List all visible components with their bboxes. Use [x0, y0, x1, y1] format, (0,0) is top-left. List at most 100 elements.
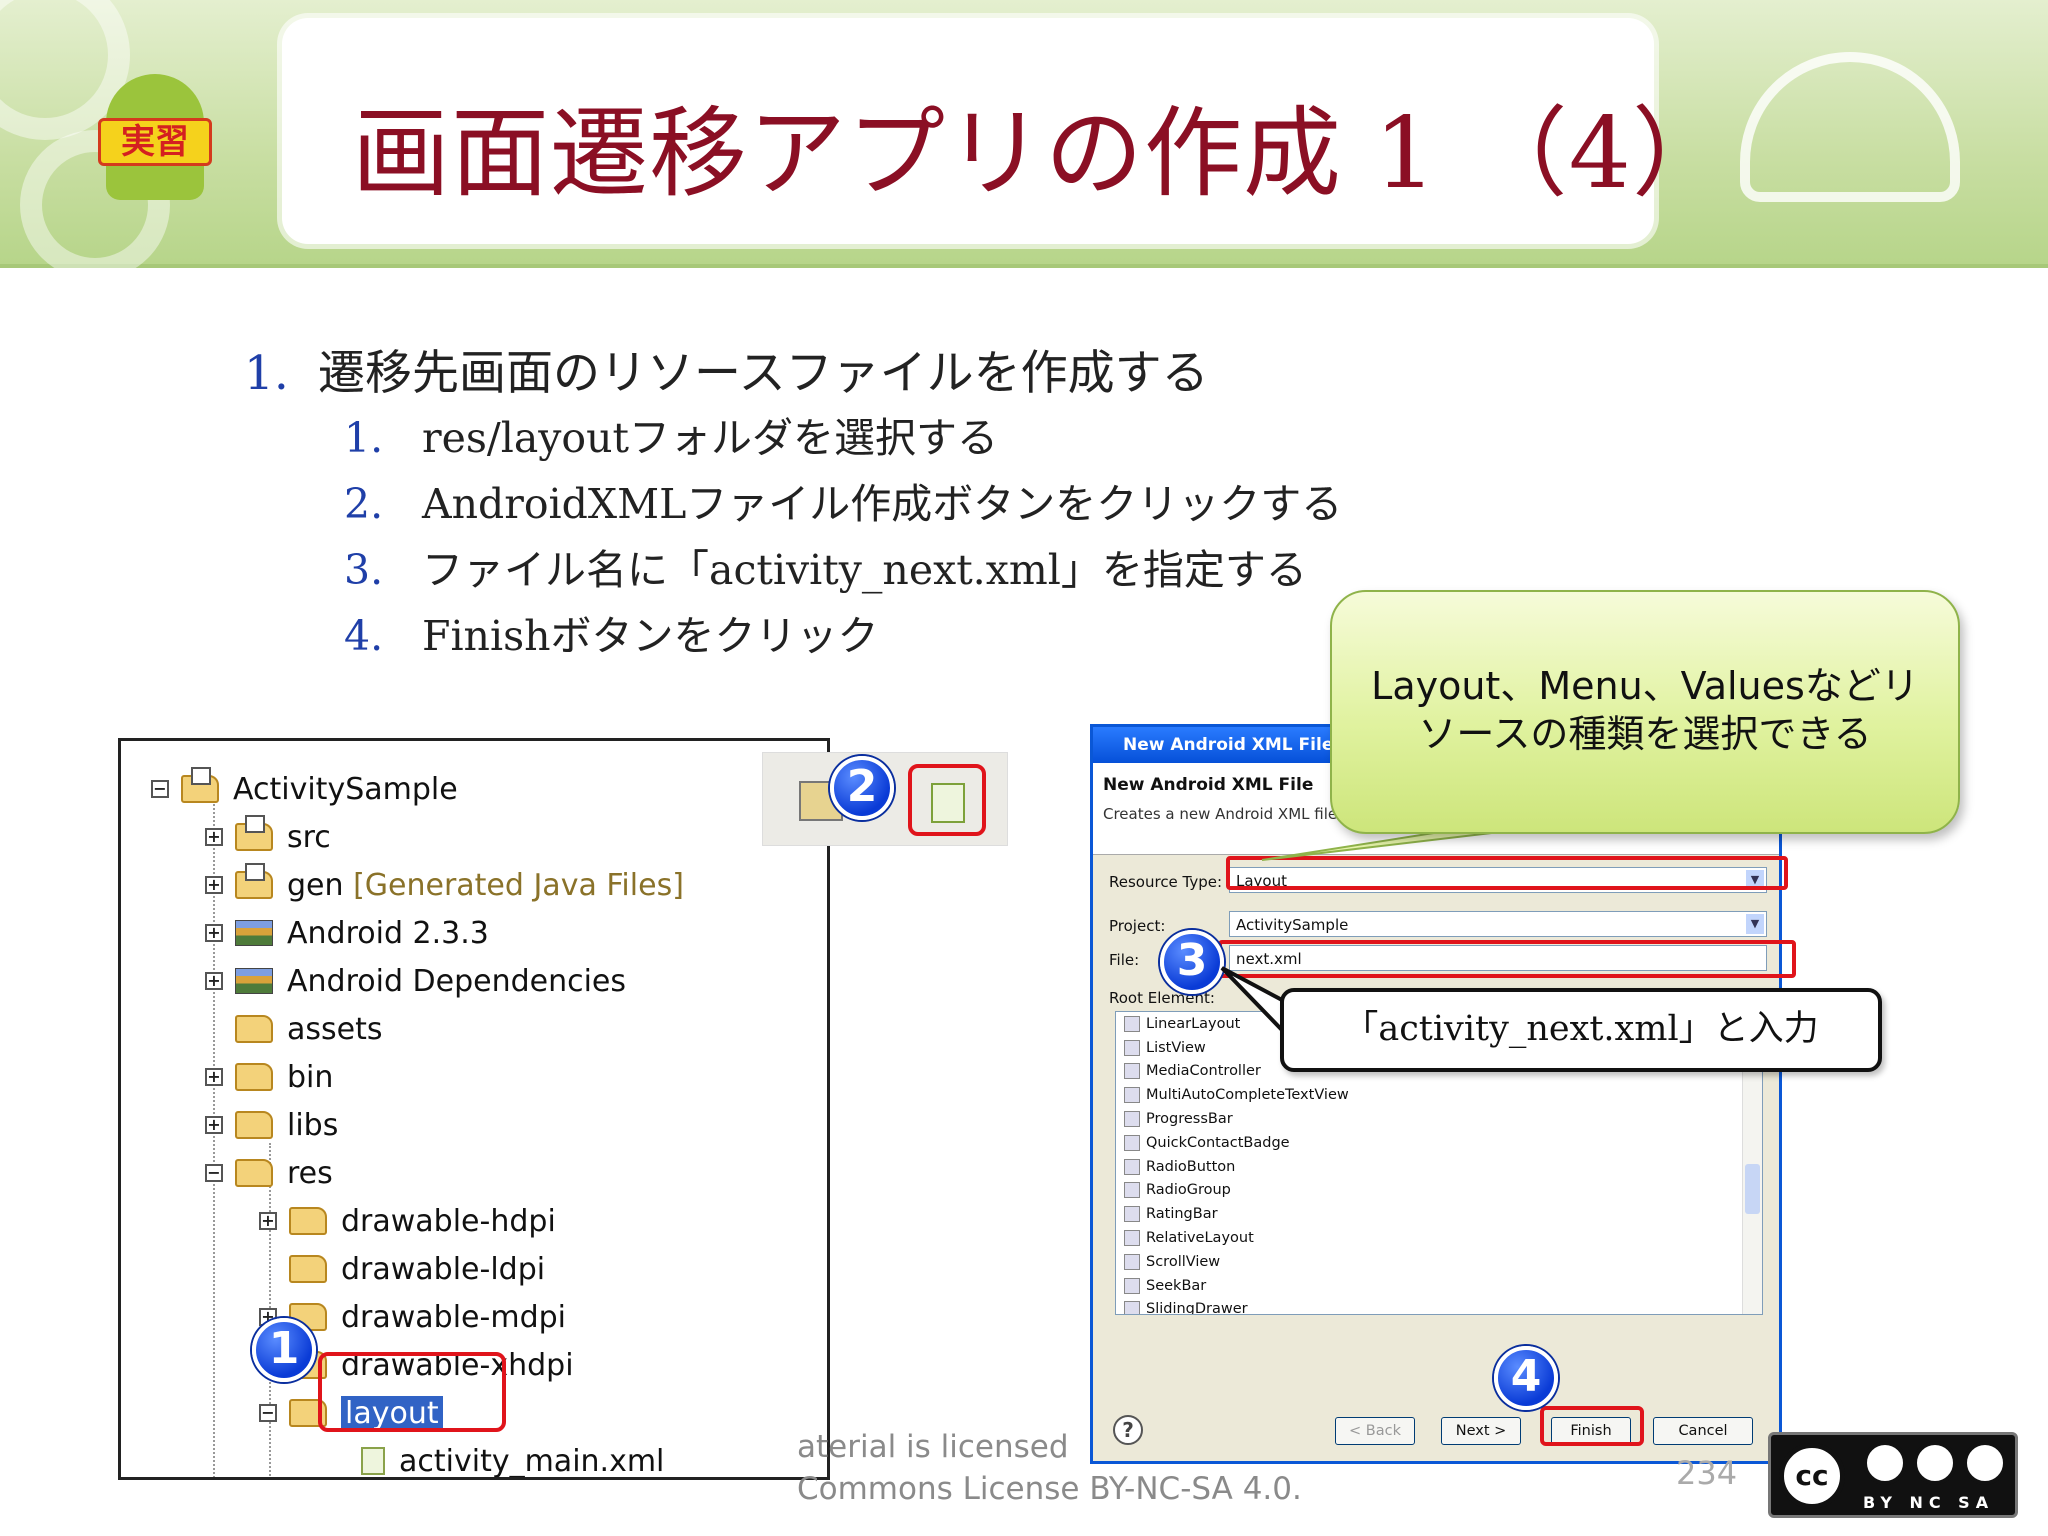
cc-codes: BY NC SA	[1863, 1493, 1995, 1512]
highlight-layout	[318, 1352, 506, 1432]
tree-item-label: gen	[287, 867, 344, 903]
expand-icon[interactable]: +	[259, 1212, 277, 1230]
bullet-text: res/layoutフォルダを選択する	[422, 414, 999, 462]
sub-bullet: 3. ファイル名に「activity_next.xml」を指定する	[344, 536, 1307, 596]
sub-bullet: 2. AndroidXMLファイル作成ボタンをクリックする	[344, 470, 1342, 530]
tree-item-label: src	[287, 819, 331, 855]
tree-item-dependencies[interactable]: + Android Dependencies	[205, 959, 626, 1003]
resource-type-callout: Layout、Menu、Valuesなどリ ソースの種類を選択できる	[1330, 590, 1960, 834]
tree-item-label: drawable-ldpi	[341, 1251, 546, 1287]
cancel-button[interactable]: Cancel	[1653, 1417, 1753, 1445]
collapse-icon[interactable]: −	[205, 1164, 223, 1182]
callout-line: ソースの種類を選択できる	[1418, 712, 1872, 756]
tree-item-res[interactable]: − res	[205, 1151, 333, 1195]
bullet-number: 4.	[344, 612, 384, 660]
tree-item-activity-main[interactable]: activity_main.xml	[361, 1439, 664, 1477]
bullet-text: AndroidXMLファイル作成ボタンをクリックする	[422, 480, 1343, 528]
bullet-number: 3.	[344, 546, 384, 594]
back-button[interactable]: < Back	[1335, 1417, 1415, 1445]
tree-item-label: res	[287, 1155, 333, 1191]
tree-item-label: drawable-hdpi	[341, 1203, 556, 1239]
project-folder-icon	[181, 767, 219, 803]
expand-icon[interactable]: +	[205, 1068, 223, 1086]
bullet-text: ファイル名に「activity_next.xml」を指定する	[422, 546, 1307, 594]
project-select[interactable]: ActivitySample ▼	[1229, 911, 1767, 937]
expand-icon[interactable]: +	[205, 828, 223, 846]
license-line: Commons License BY-NC-SA 4.0.	[797, 1471, 1302, 1507]
practice-badge: 実習	[98, 118, 212, 166]
library-icon	[235, 968, 273, 994]
tree-item-bin[interactable]: + bin	[205, 1055, 333, 1099]
slide-title: 画面遷移アプリの作成 1 （4）	[352, 97, 1732, 211]
tree-item-drawable-ldpi[interactable]: drawable-ldpi	[289, 1247, 545, 1291]
source-folder-icon	[235, 815, 273, 851]
expand-icon[interactable]: +	[205, 876, 223, 894]
project-value: ActivitySample	[1236, 916, 1349, 934]
folder-icon	[235, 1159, 273, 1187]
highlight-resource-type	[1226, 856, 1788, 890]
by-icon	[1863, 1441, 1907, 1485]
sub-bullet: 4. Finishボタンをクリック	[344, 602, 879, 662]
tree-item-drawable-hdpi[interactable]: + drawable-hdpi	[259, 1199, 556, 1243]
highlight-file-field	[1218, 940, 1796, 978]
resource-type-label: Resource Type:	[1109, 873, 1223, 891]
highlight-xml-button	[908, 764, 986, 836]
list-item[interactable]: ProgressBar	[1116, 1107, 1762, 1131]
folder-icon	[235, 1063, 273, 1091]
filename-callout: 「activity_next.xml」と入力	[1280, 988, 1882, 1072]
title-box: 画面遷移アプリの作成 1 （4）	[282, 18, 1730, 244]
tree-item-suffix: [Generated Java Files]	[353, 867, 684, 903]
list-item[interactable]: ScrollView	[1116, 1250, 1762, 1274]
bullet-text: 遷移先画面のリソースファイルを作成する	[318, 346, 1209, 401]
library-icon	[235, 920, 273, 946]
project-label: Project:	[1109, 917, 1166, 935]
page-number: 234	[1676, 1454, 1738, 1492]
expand-icon[interactable]: +	[205, 924, 223, 942]
tree-item-label: drawable-mdpi	[341, 1299, 566, 1335]
license-text: aterial is licensed Commons License BY-N…	[797, 1426, 1302, 1510]
list-item[interactable]: RadioButton	[1116, 1155, 1762, 1179]
list-item[interactable]: RadioGroup	[1116, 1179, 1762, 1203]
tree-item-libs[interactable]: + libs	[205, 1103, 338, 1147]
android-robot-icon: 実習	[96, 64, 214, 214]
step-badge-4: 4	[1494, 1346, 1558, 1410]
list-item[interactable]: RelativeLayout	[1116, 1226, 1762, 1250]
collapse-icon[interactable]: −	[151, 780, 169, 798]
new-android-xml-file-dialog: New Android XML File New Android XML Fil…	[1090, 724, 1782, 1464]
tree-item-android-lib[interactable]: + Android 2.3.3	[205, 911, 489, 955]
bullet-number: 1.	[344, 414, 384, 462]
tree-item-project[interactable]: − ActivitySample	[151, 767, 458, 811]
tree-item-src[interactable]: + src	[205, 815, 331, 859]
list-item[interactable]: SeekBar	[1116, 1274, 1762, 1298]
cc-license-logo[interactable]: cc BY NC SA	[1768, 1432, 2018, 1518]
expand-icon[interactable]: +	[205, 972, 223, 990]
callout-line: Layout、Menu、Valuesなどリ	[1371, 664, 1919, 708]
source-folder-icon	[235, 863, 273, 899]
step-badge-1: 1	[252, 1318, 316, 1382]
list-item[interactable]: QuickContactBadge	[1116, 1131, 1762, 1155]
sa-icon	[1963, 1441, 2007, 1485]
folder-icon	[289, 1207, 327, 1235]
list-item[interactable]: SlidingDrawer	[1116, 1298, 1762, 1314]
tree-item-gen[interactable]: + gen [Generated Java Files]	[205, 863, 684, 907]
chevron-down-icon[interactable]: ▼	[1746, 914, 1764, 934]
android-robot-decoration	[1740, 52, 1960, 202]
list-item[interactable]: MultiAutoCompleteTextView	[1116, 1083, 1762, 1107]
highlight-finish	[1540, 1406, 1644, 1446]
xml-file-icon	[361, 1447, 385, 1475]
tree-item-label: libs	[287, 1107, 339, 1143]
expand-icon[interactable]: +	[205, 1116, 223, 1134]
tree-item-label: Android Dependencies	[287, 963, 627, 999]
collapse-icon[interactable]: −	[259, 1404, 277, 1422]
header-banner: 実習 画面遷移アプリの作成 1 （4）	[0, 0, 2048, 280]
file-label: File:	[1109, 951, 1140, 969]
tree-item-label: ActivitySample	[233, 771, 458, 807]
list-item[interactable]: RatingBar	[1116, 1202, 1762, 1226]
tree-item-label: Android 2.3.3	[287, 915, 489, 951]
tree-item-assets[interactable]: assets	[235, 1007, 383, 1051]
tree-item-label: assets	[287, 1011, 383, 1047]
license-line: aterial is licensed	[797, 1429, 1069, 1465]
folder-icon	[235, 1111, 273, 1139]
nc-icon	[1913, 1441, 1957, 1485]
next-button[interactable]: Next >	[1441, 1417, 1521, 1445]
